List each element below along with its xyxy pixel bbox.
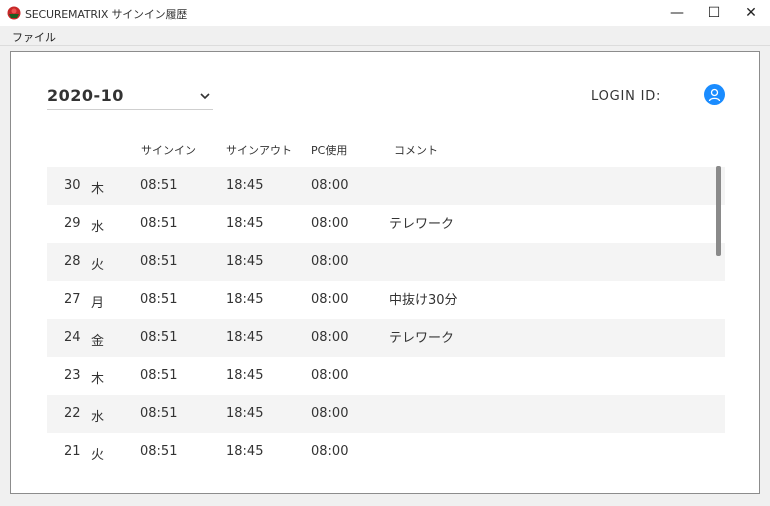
login-id-label: LOGIN ID:: [591, 89, 662, 104]
day-cell: 27: [64, 292, 81, 307]
table-row[interactable]: 22 水 08:51 18:45 08:00: [47, 395, 725, 433]
day-cell: 21: [64, 444, 81, 459]
signin-cell: 08:51: [140, 178, 178, 193]
table-row[interactable]: 23 木 08:51 18:45 08:00: [47, 357, 725, 395]
day-cell: 23: [64, 368, 81, 383]
user-avatar[interactable]: [704, 84, 725, 105]
column-header-comment: コメント: [394, 144, 438, 157]
signout-cell: 18:45: [226, 330, 264, 345]
weekday-cell: 水: [91, 410, 105, 425]
table-row[interactable]: 28 火 08:51 18:45 08:00: [47, 243, 725, 281]
day-cell: 29: [64, 216, 81, 231]
weekday-cell: 月: [91, 296, 105, 311]
signout-cell: 18:45: [226, 292, 264, 307]
app-logo-icon: [7, 6, 21, 20]
pc-usage-cell: 08:00: [311, 292, 349, 307]
chevron-down-icon: [200, 93, 210, 100]
pc-usage-cell: 08:00: [311, 330, 349, 345]
signin-cell: 08:51: [140, 406, 178, 421]
signin-cell: 08:51: [140, 330, 178, 345]
day-cell: 30: [64, 178, 81, 193]
signin-cell: 08:51: [140, 444, 178, 459]
day-cell: 28: [64, 254, 81, 269]
weekday-cell: 火: [91, 448, 105, 463]
month-dropdown[interactable]: 2020-10: [47, 84, 213, 110]
signout-cell: 18:45: [226, 368, 264, 383]
signout-cell: 18:45: [226, 216, 264, 231]
user-icon: [708, 88, 721, 101]
table-row[interactable]: 29 水 08:51 18:45 08:00 テレワーク: [47, 205, 725, 243]
signin-cell: 08:51: [140, 292, 178, 307]
column-header-signout: サインアウト: [226, 144, 292, 157]
maximize-button[interactable]: ☐: [697, 0, 731, 26]
table-row[interactable]: 27 月 08:51 18:45 08:00 中抜け30分: [47, 281, 725, 319]
signin-cell: 08:51: [140, 368, 178, 383]
history-table: 30 木 08:51 18:45 08:00 29 水 08:51 18:45 …: [47, 167, 725, 471]
comment-cell: テレワーク: [389, 331, 455, 346]
signout-cell: 18:45: [226, 254, 264, 269]
pc-usage-cell: 08:00: [311, 178, 349, 193]
day-cell: 24: [64, 330, 81, 345]
day-cell: 22: [64, 406, 81, 421]
signin-cell: 08:51: [140, 254, 178, 269]
menu-bar: ファイル: [0, 26, 770, 46]
table-row[interactable]: 24 金 08:51 18:45 08:00 テレワーク: [47, 319, 725, 357]
pc-usage-cell: 08:00: [311, 444, 349, 459]
month-value: 2020-10: [47, 86, 124, 105]
signout-cell: 18:45: [226, 444, 264, 459]
pc-usage-cell: 08:00: [311, 368, 349, 383]
table-row[interactable]: 30 木 08:51 18:45 08:00: [47, 167, 725, 205]
scrollbar[interactable]: [716, 166, 722, 472]
window-title: SECUREMATRIX サインイン履歴: [25, 8, 188, 21]
comment-cell: テレワーク: [389, 217, 455, 232]
column-header-signin: サインイン: [141, 144, 196, 157]
scrollbar-thumb[interactable]: [716, 166, 721, 256]
signout-cell: 18:45: [226, 178, 264, 193]
column-header-pc: PC使用: [311, 144, 348, 157]
history-panel: 2020-10 LOGIN ID: サインイン サインアウト PC使用 コメント…: [10, 51, 760, 494]
close-button[interactable]: ✕: [734, 0, 768, 26]
weekday-cell: 金: [91, 334, 105, 349]
table-row[interactable]: 21 火 08:51 18:45 08:00: [47, 433, 725, 471]
weekday-cell: 木: [91, 182, 105, 197]
pc-usage-cell: 08:00: [311, 254, 349, 269]
pc-usage-cell: 08:00: [311, 406, 349, 421]
title-bar: SECUREMATRIX サインイン履歴 — ☐ ✕: [0, 0, 770, 26]
signin-cell: 08:51: [140, 216, 178, 231]
weekday-cell: 火: [91, 258, 105, 273]
minimize-button[interactable]: —: [660, 0, 694, 26]
signout-cell: 18:45: [226, 406, 264, 421]
weekday-cell: 水: [91, 220, 105, 235]
menu-file[interactable]: ファイル: [12, 29, 56, 45]
pc-usage-cell: 08:00: [311, 216, 349, 231]
weekday-cell: 木: [91, 372, 105, 387]
comment-cell: 中抜け30分: [389, 293, 458, 308]
